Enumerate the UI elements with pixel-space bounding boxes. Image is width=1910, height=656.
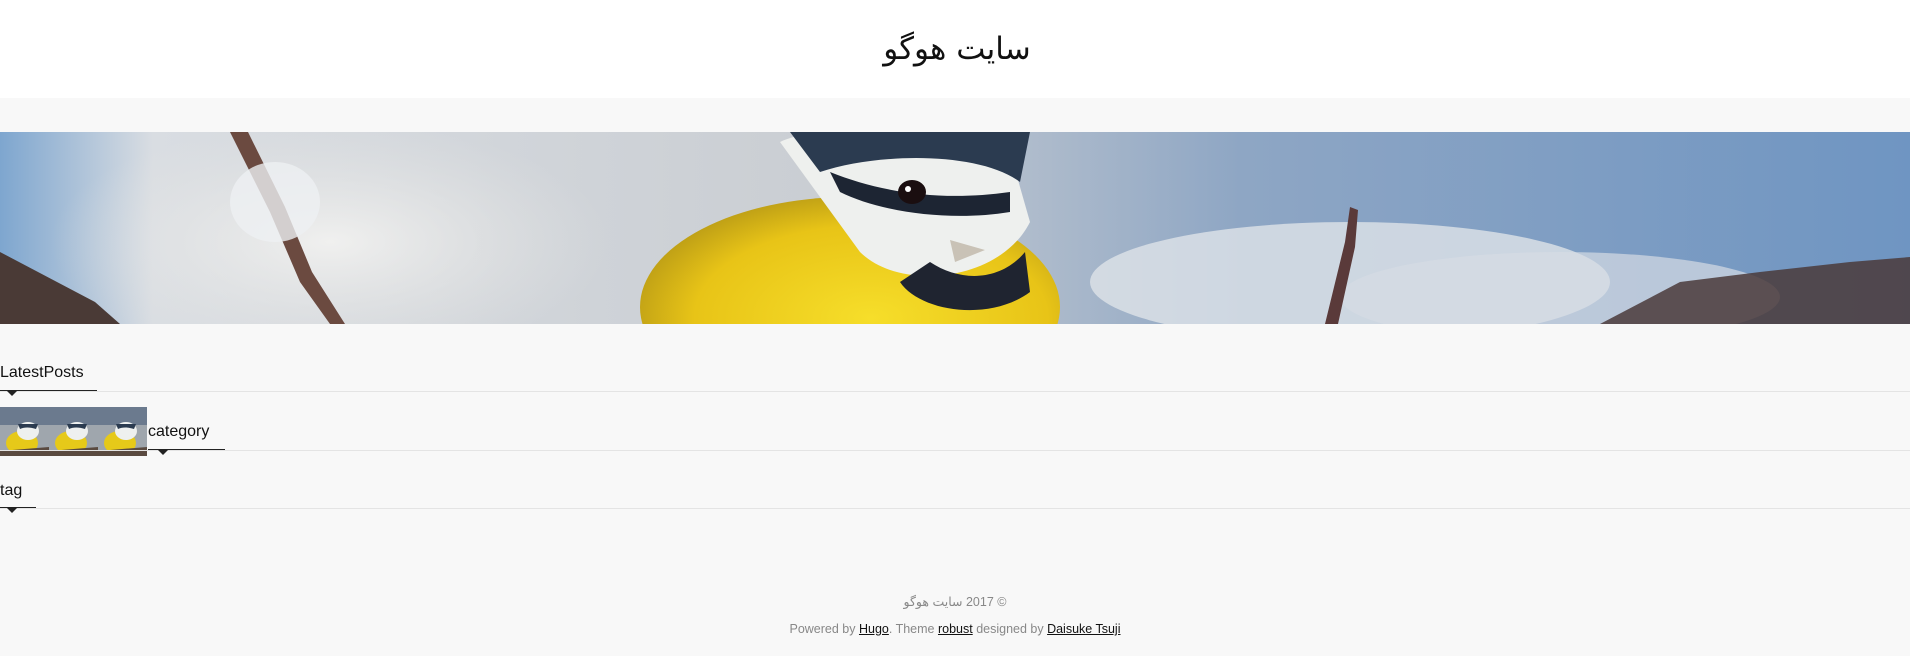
footer-copyright: © 2017 سایت هوگو (0, 594, 1910, 609)
category-arrow-icon (158, 450, 168, 455)
theme-prefix-text: . Theme (888, 622, 938, 636)
tag-label: tag (0, 482, 23, 499)
latest-posts-label: LatestPosts (0, 364, 84, 381)
theme-robust-link[interactable]: robust (938, 622, 973, 636)
category-label: category (148, 423, 210, 440)
latest-posts-heading: LatestPosts (0, 354, 1910, 396)
tag-arrow-icon (7, 508, 17, 513)
hero-banner-image (0, 132, 1910, 324)
tag-underline (0, 507, 36, 508)
designed-by-text: designed by (972, 622, 1048, 636)
hugo-link[interactable]: Hugo (859, 622, 889, 636)
copyright-text: © 2017 سایت هوگو (903, 595, 1007, 609)
latest-posts-arrow-icon (7, 391, 17, 396)
category-heading: category (0, 412, 1910, 455)
footer-credits: Powered by Hugo. Theme robust designed b… (0, 622, 1910, 636)
site-title-link[interactable]: سایت هوگو (883, 31, 1030, 67)
site-header: سایت هوگو (0, 0, 1910, 98)
author-link[interactable]: Daisuke Tsuji (1047, 622, 1120, 636)
tag-heading: tag (0, 472, 1910, 513)
powered-by-text: Powered by (789, 622, 859, 636)
